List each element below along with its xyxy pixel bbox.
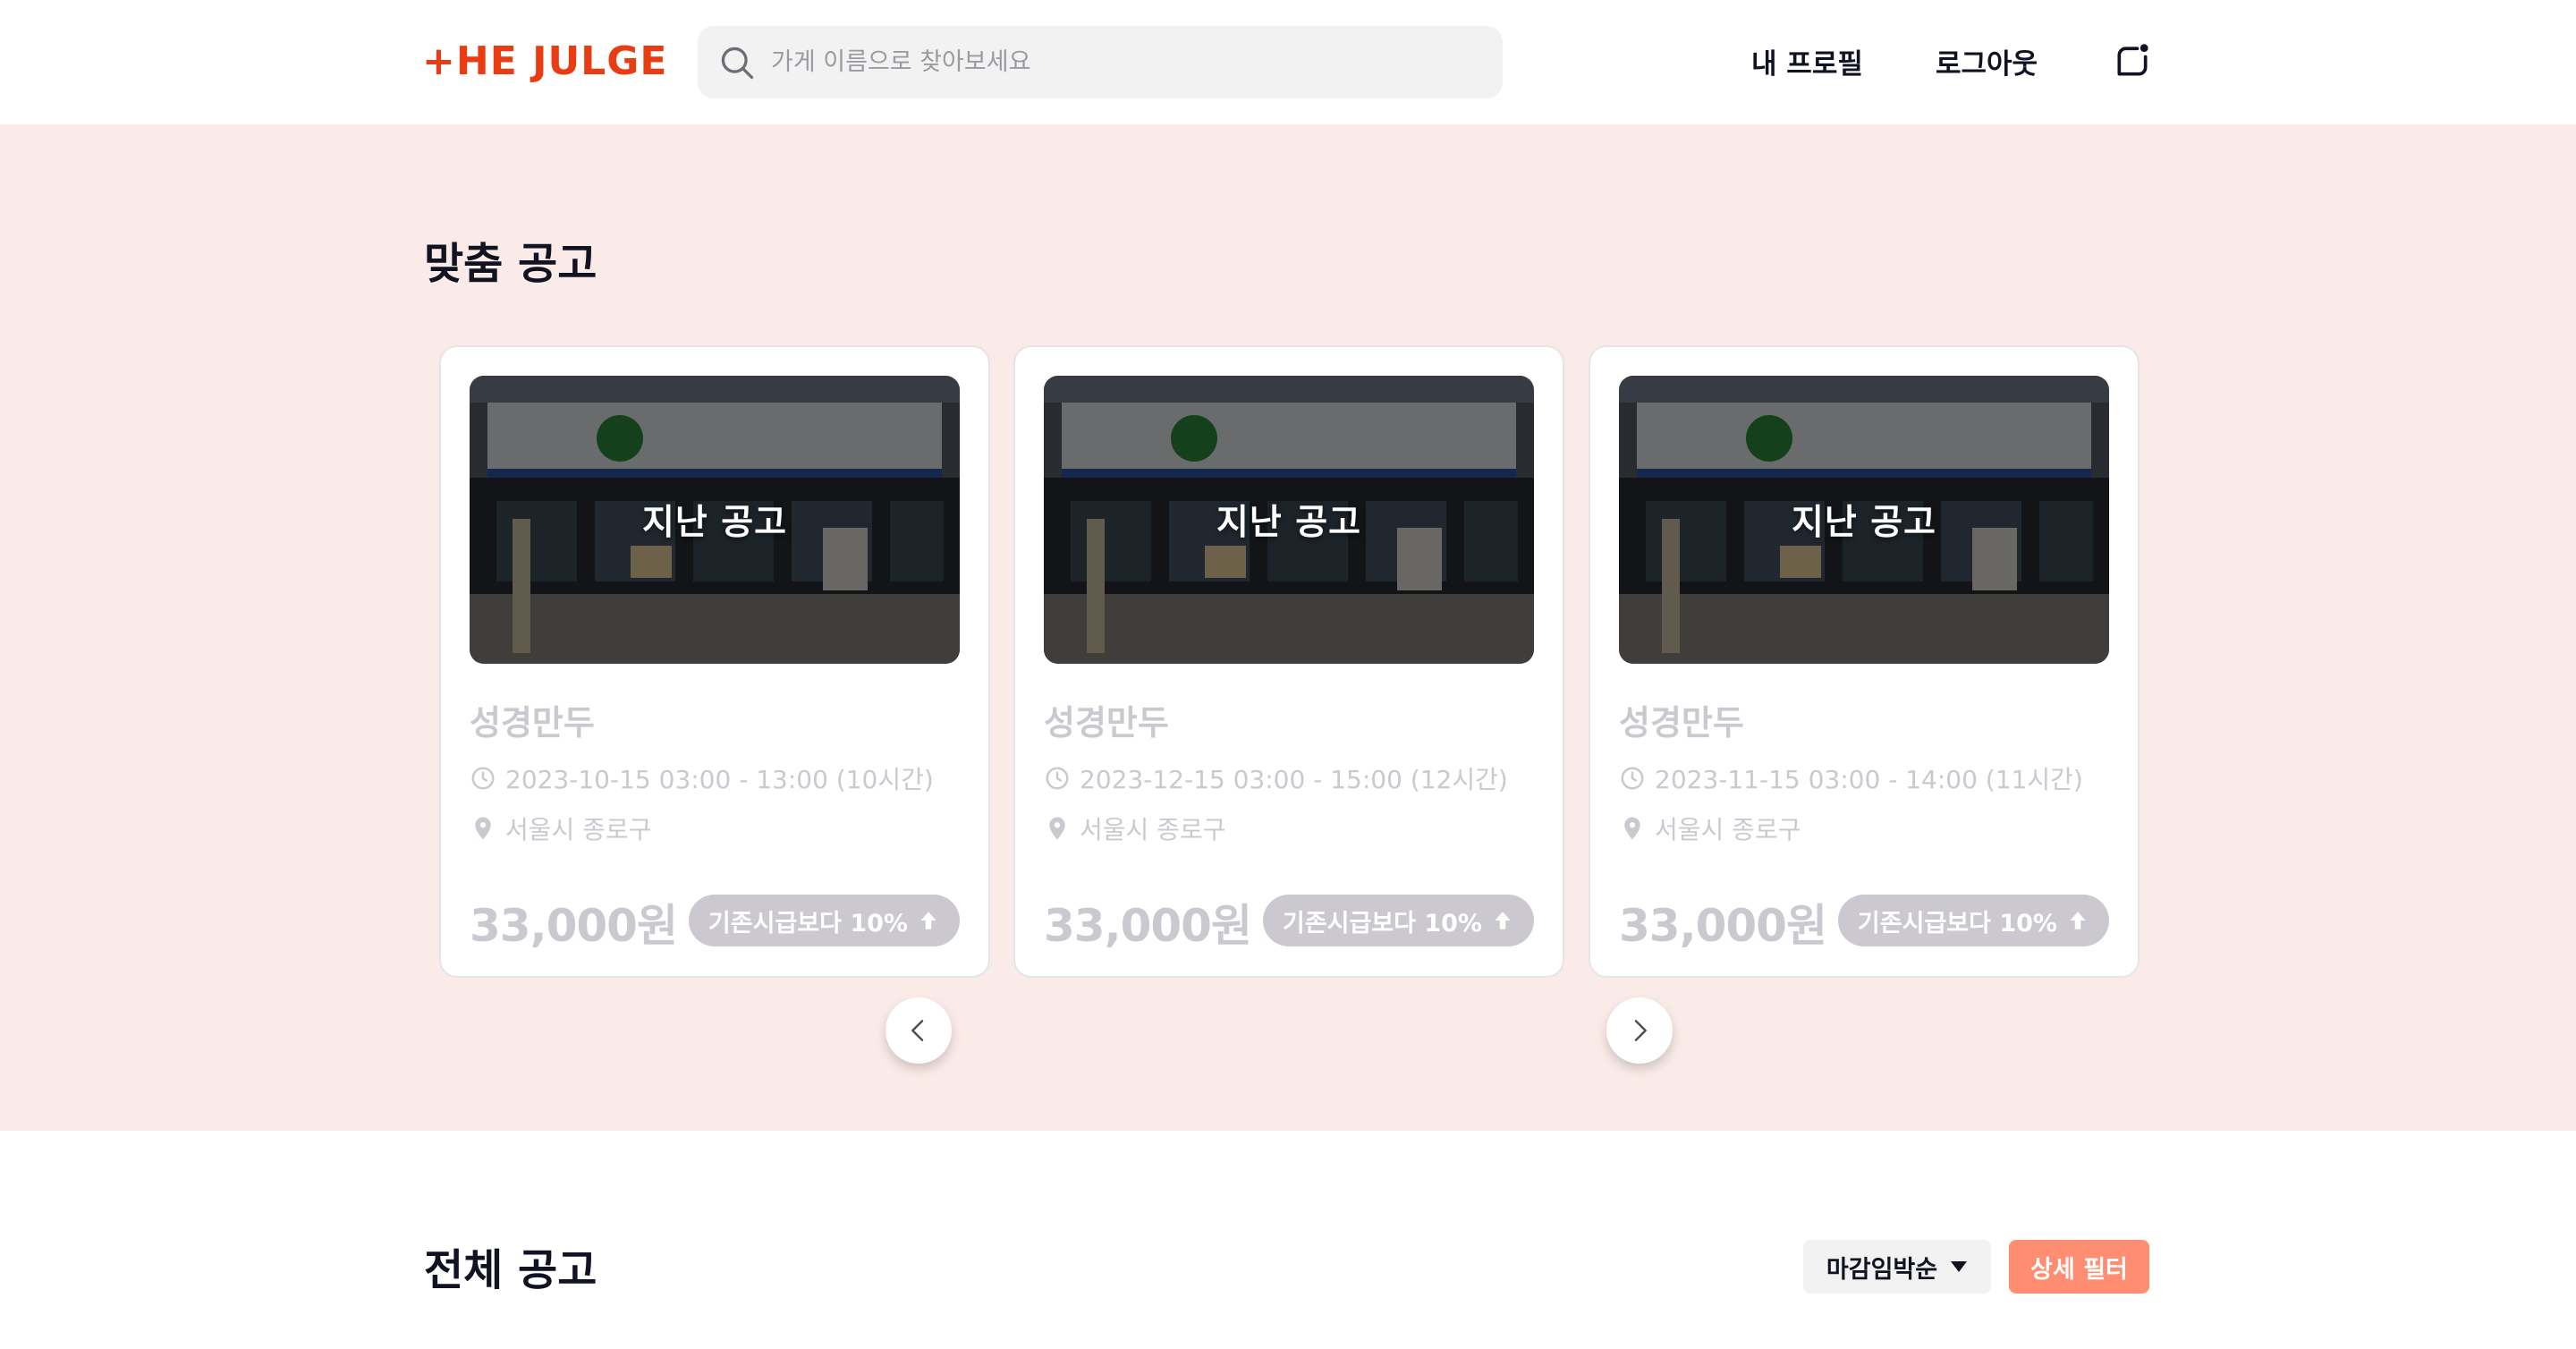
store-image: 지난 공고 (1044, 376, 1534, 664)
notification-bell-icon[interactable] (2113, 41, 2152, 81)
store-image: 지난 공고 (1619, 376, 2109, 664)
location-text: 서울시 종로구 (1655, 815, 1801, 844)
chevron-left-icon (911, 1020, 924, 1041)
location-pin-icon (475, 817, 491, 840)
location-text: 서울시 종로구 (1080, 815, 1226, 844)
my-profile-link[interactable]: 내 프로필 (1751, 39, 1863, 82)
store-name: 성경만두 (1619, 703, 1744, 742)
notice-card[interactable]: 지난 공고 성경만두 2023-12-15 03:00 - 15:00 (12시… (1013, 345, 1564, 978)
notice-card[interactable]: 지난 공고 성경만두 2023-10-15 03:00 - 13:00 (10시… (439, 345, 990, 978)
pay-increase-text: 기존시급보다 10% (1857, 909, 2057, 938)
store-name: 성경만두 (1044, 703, 1169, 742)
notice-card[interactable]: 지난 공고 성경만두 2023-11-15 03:00 - 14:00 (11시… (1589, 345, 2140, 978)
section-title: 맞춤 공고 (424, 239, 597, 289)
location-pin-icon (1624, 817, 1640, 840)
sort-label: 마감임박순 (1826, 1255, 1938, 1284)
location-text: 서울시 종로구 (505, 815, 652, 844)
chevron-right-icon (1634, 1020, 1647, 1041)
sort-dropdown[interactable]: 마감임박순 (1803, 1240, 1991, 1294)
expired-label: 지난 공고 (1216, 503, 1362, 543)
caret-down-icon (1951, 1261, 1968, 1272)
pay-increase-badge: 기존시급보다 10% (1837, 895, 2109, 946)
pay-increase-text: 기존시급보다 10% (708, 909, 908, 938)
expired-overlay: 지난 공고 (1044, 376, 1534, 664)
location: 서울시 종로구 (470, 810, 651, 846)
clock-icon (1046, 767, 1069, 790)
pay-increase-text: 기존시급보다 10% (1282, 909, 1482, 938)
arrow-up-icon (920, 912, 936, 929)
hourly-pay: 33,000원 (470, 900, 678, 952)
clock-icon (471, 767, 495, 790)
expired-overlay: 지난 공고 (1619, 376, 2109, 664)
carousel-next-button[interactable] (1606, 997, 1673, 1064)
store-image: 지난 공고 (470, 376, 960, 664)
work-time-text: 2023-11-15 03:00 - 14:00 (11시간) (1655, 765, 2083, 794)
location: 서울시 종로구 (1619, 810, 1801, 846)
section-title: 전체 공고 (424, 1245, 597, 1295)
search-bar[interactable] (698, 26, 1503, 98)
custom-notices-section: 맞춤 공고 지난 공고 성경만두 2023-10-15 03:00 - 13:0… (0, 124, 2576, 1131)
search-icon (721, 47, 754, 79)
detail-filter-button[interactable]: 상세 필터 (2009, 1240, 2149, 1294)
logout-link[interactable]: 로그아웃 (1936, 39, 2038, 82)
top-header: +HE JULGE 내 프로필 로그아웃 (0, 0, 2576, 124)
expired-label: 지난 공고 (1791, 503, 1937, 543)
work-time: 2023-12-15 03:00 - 15:00 (12시간) (1044, 760, 1508, 796)
arrow-up-icon (2070, 912, 2086, 929)
expired-overlay: 지난 공고 (470, 376, 960, 664)
work-time-text: 2023-10-15 03:00 - 13:00 (10시간) (505, 765, 934, 794)
hourly-pay: 33,000원 (1619, 900, 1827, 952)
arrow-up-icon (1495, 912, 1511, 929)
pay-increase-badge: 기존시급보다 10% (688, 895, 960, 946)
work-time: 2023-10-15 03:00 - 13:00 (10시간) (470, 760, 934, 796)
location-pin-icon (1049, 817, 1065, 840)
logo[interactable]: +HE JULGE (422, 34, 667, 88)
hourly-pay: 33,000원 (1044, 900, 1252, 952)
expired-label: 지난 공고 (641, 503, 788, 543)
carousel-prev-button[interactable] (886, 997, 952, 1064)
location: 서울시 종로구 (1044, 810, 1225, 846)
store-name: 성경만두 (470, 703, 595, 742)
search-input[interactable] (771, 48, 1469, 76)
work-time: 2023-11-15 03:00 - 14:00 (11시간) (1619, 760, 2083, 796)
clock-icon (1621, 767, 1644, 790)
pay-increase-badge: 기존시급보다 10% (1262, 895, 1534, 946)
work-time-text: 2023-12-15 03:00 - 15:00 (12시간) (1080, 765, 1508, 794)
